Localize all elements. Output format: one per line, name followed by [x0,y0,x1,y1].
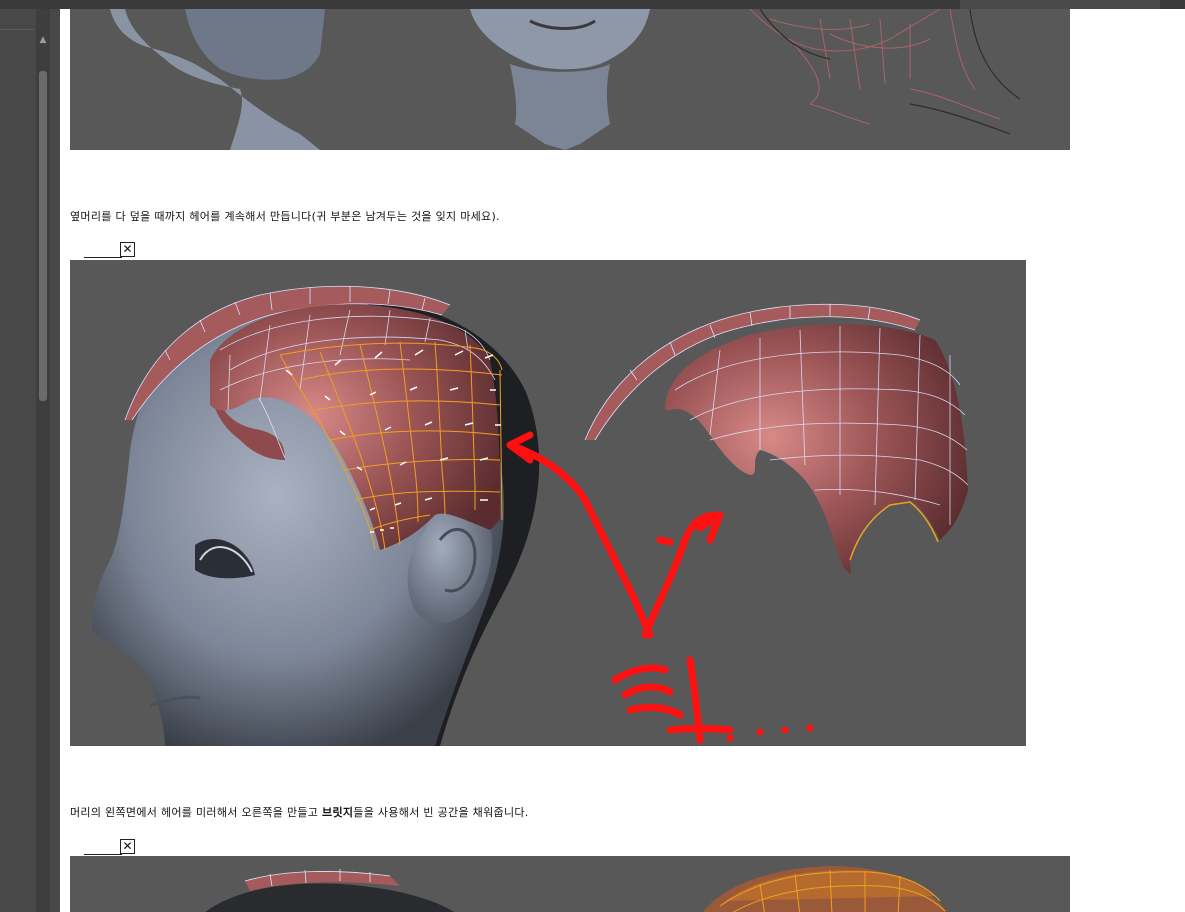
scrollbar-thumb[interactable] [39,71,47,401]
window-tab [960,0,1160,9]
caption-mirror-hair: 머리의 왼쪽면에서 헤어를 미러해서 오른쪽을 만들고 브릿지들을 사용해서 빈… [70,806,529,819]
broken-image-icon: ✕ [120,839,135,854]
tutorial-image-hair-mesh [70,260,1026,746]
broken-image-placeholder: ✕ [70,242,136,258]
panel-divider [0,29,34,30]
broken-image-placeholder: ✕ [70,839,136,855]
left-panel: ▲ [0,9,60,912]
article-content: 옆머리를 다 덮을 때까지 헤어를 계속해서 만듭니다(귀 부분은 남겨두는 것… [60,9,1185,912]
window-top-strip [0,0,1185,9]
tutorial-image-mirrored-hair [70,856,1070,912]
bridge-keyword: 브릿지 [322,806,354,819]
tutorial-image-head-views [70,9,1070,150]
broken-image-icon: ✕ [120,242,135,257]
scroll-up-arrow-icon[interactable]: ▲ [36,33,50,47]
caption-side-hair: 옆머리를 다 덮을 때까지 헤어를 계속해서 만듭니다(귀 부분은 남겨두는 것… [70,210,500,223]
